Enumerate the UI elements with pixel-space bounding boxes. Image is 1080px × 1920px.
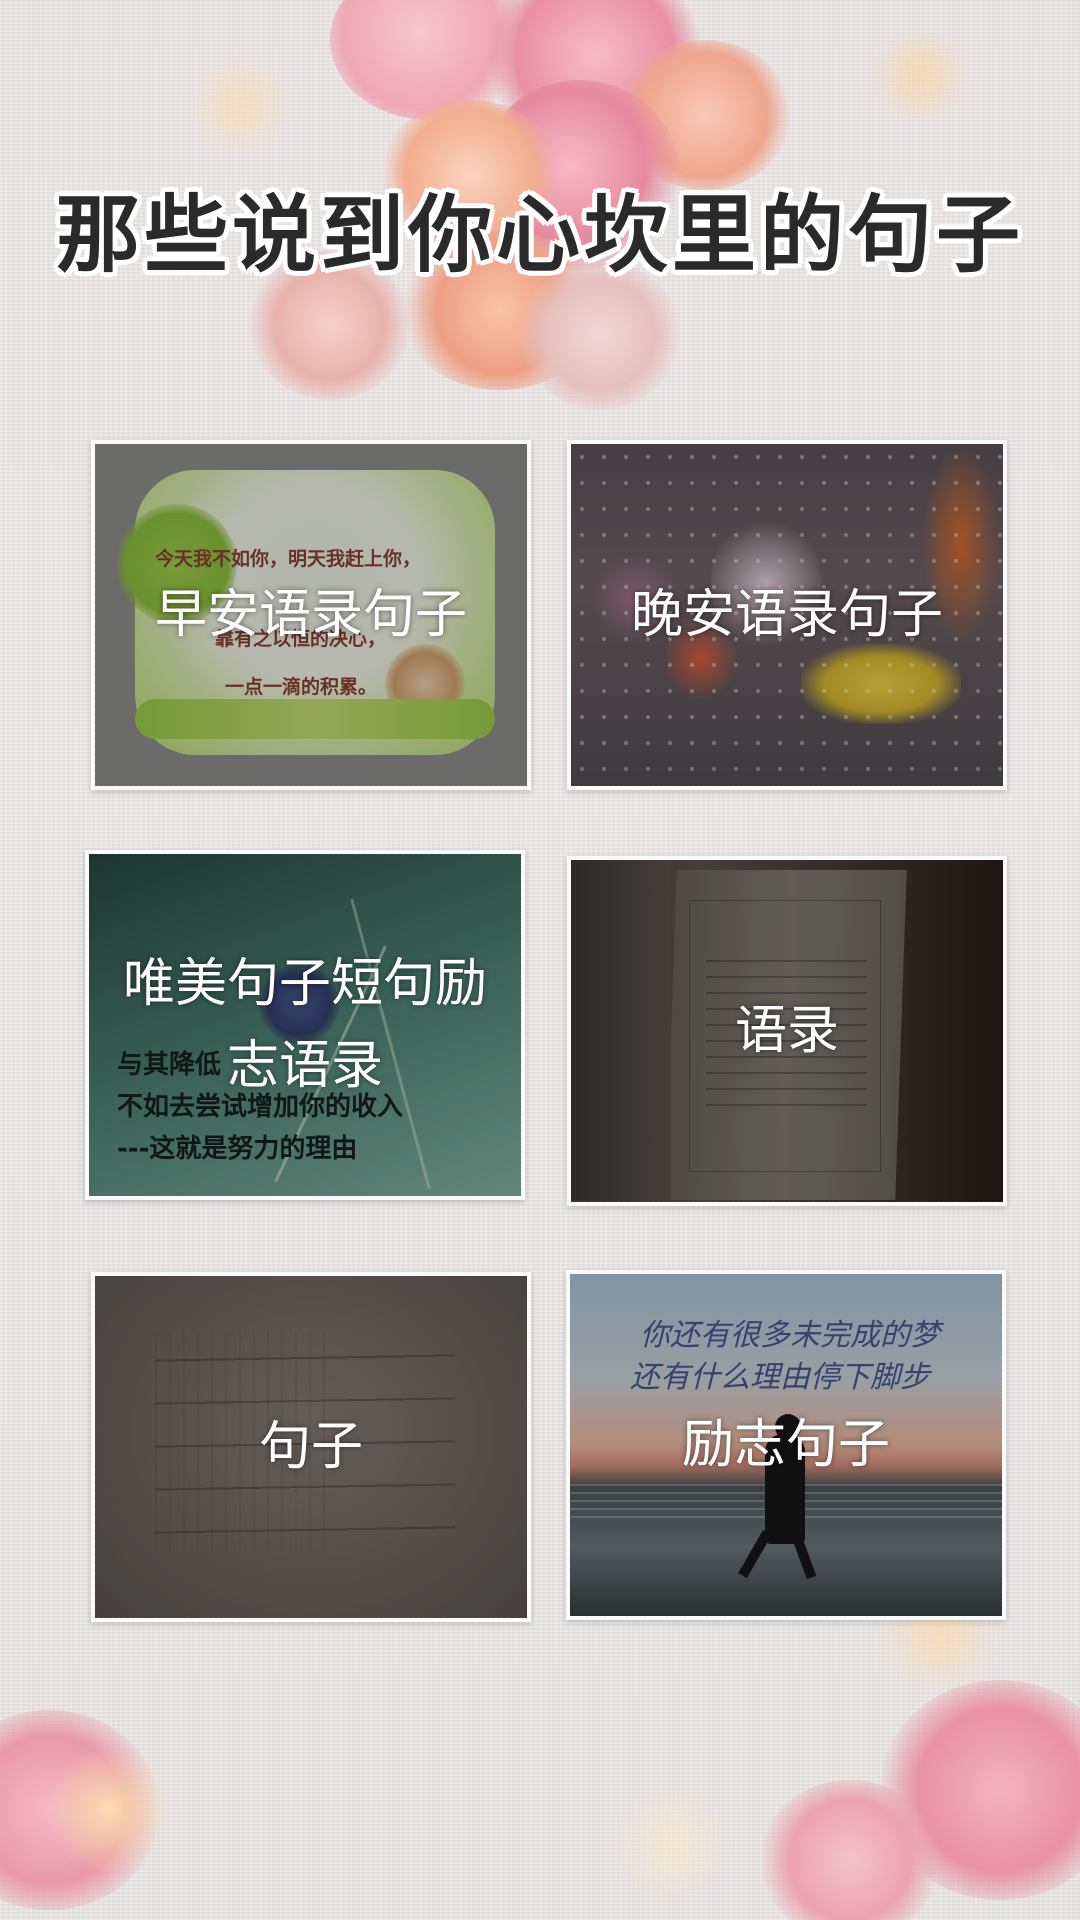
category-card-beautiful-sentences[interactable]: 与其降低 不如去尝试增加你的收入 ---这就是努力的理由 唯美句子短句励志语录 [85,850,525,1200]
card-label: 晚安语录句子 [630,585,943,645]
card-label: 句子 [258,1417,363,1477]
card-label: 唯美句子短句励志语录 [122,954,487,1096]
category-card-inspirational-sentences[interactable]: 你还有很多未完成的梦 还有什么理由停下脚步 励志句子 [566,1270,1006,1620]
app-screen: 那些说到你心坎里的句子 今天我不如你，明天我赶上你， 靠有之以恒的决心， 一点一… [0,0,1080,1920]
page-title: 那些说到你心坎里的句子 [55,186,1024,284]
card-label: 励志句子 [681,1415,890,1475]
card-label: 语录 [734,1001,839,1061]
category-card-sentences[interactable]: 句子 [91,1272,531,1622]
category-card-quotes[interactable]: 语录 [567,856,1007,1206]
card-label: 早安语录句子 [154,585,467,645]
category-card-morning-quotes[interactable]: 今天我不如你，明天我赶上你， 靠有之以恒的决心， 一点一滴的积累。 早安语录句子 [91,440,531,790]
category-card-night-quotes[interactable]: 晚安语录句子 [567,440,1007,790]
